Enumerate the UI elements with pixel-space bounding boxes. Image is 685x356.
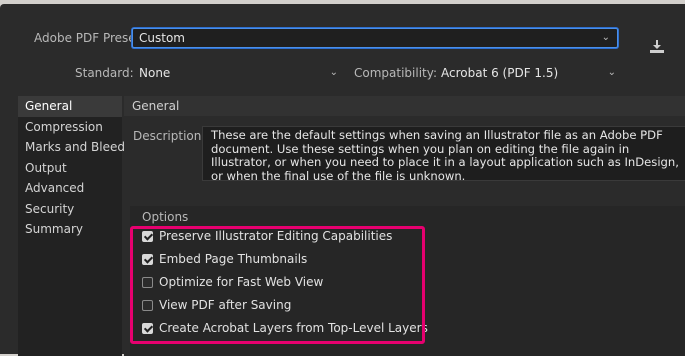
sidebar-item-security[interactable]: Security bbox=[18, 199, 122, 220]
options-title: Options bbox=[142, 210, 189, 224]
sidebar-item-advanced[interactable]: Advanced bbox=[18, 178, 122, 199]
preset-value: Custom bbox=[139, 31, 185, 45]
compatibility-value: Acrobat 6 (PDF 1.5) bbox=[441, 66, 559, 80]
highlight-annotation bbox=[130, 226, 425, 344]
standard-dropdown[interactable]: None ⌄ bbox=[132, 63, 346, 83]
sidebar-item-marks-and-bleeds[interactable]: Marks and Bleeds bbox=[18, 137, 131, 158]
pdf-options-dialog: Adobe PDF Preset: Custom ⌄ Standard: Non… bbox=[0, 4, 685, 356]
settings-sidebar: General Compression Marks and Bleeds Out… bbox=[18, 96, 131, 356]
compatibility-label: Compatibility: bbox=[354, 66, 438, 80]
description-label: Description: bbox=[133, 129, 206, 143]
sidebar-item-compression[interactable]: Compression bbox=[18, 117, 122, 138]
chevron-down-icon: ⌄ bbox=[601, 32, 610, 43]
standard-label: Standard: bbox=[75, 66, 134, 80]
sidebar-item-output[interactable]: Output bbox=[18, 158, 122, 179]
preset-label: Adobe PDF Preset: bbox=[34, 31, 145, 45]
description-text: These are the default settings when savi… bbox=[202, 126, 685, 183]
sidebar-item-summary[interactable]: Summary bbox=[18, 219, 122, 240]
section-title: General bbox=[124, 96, 685, 116]
standard-value: None bbox=[139, 66, 171, 80]
sidebar-item-general[interactable]: General bbox=[18, 96, 122, 117]
chevron-down-icon: ⌄ bbox=[329, 67, 338, 78]
chevron-down-icon: ⌄ bbox=[607, 67, 616, 78]
save-preset-icon[interactable] bbox=[648, 37, 666, 55]
preset-dropdown[interactable]: Custom ⌄ bbox=[132, 28, 618, 48]
compatibility-dropdown[interactable]: Acrobat 6 (PDF 1.5) ⌄ bbox=[434, 63, 624, 83]
